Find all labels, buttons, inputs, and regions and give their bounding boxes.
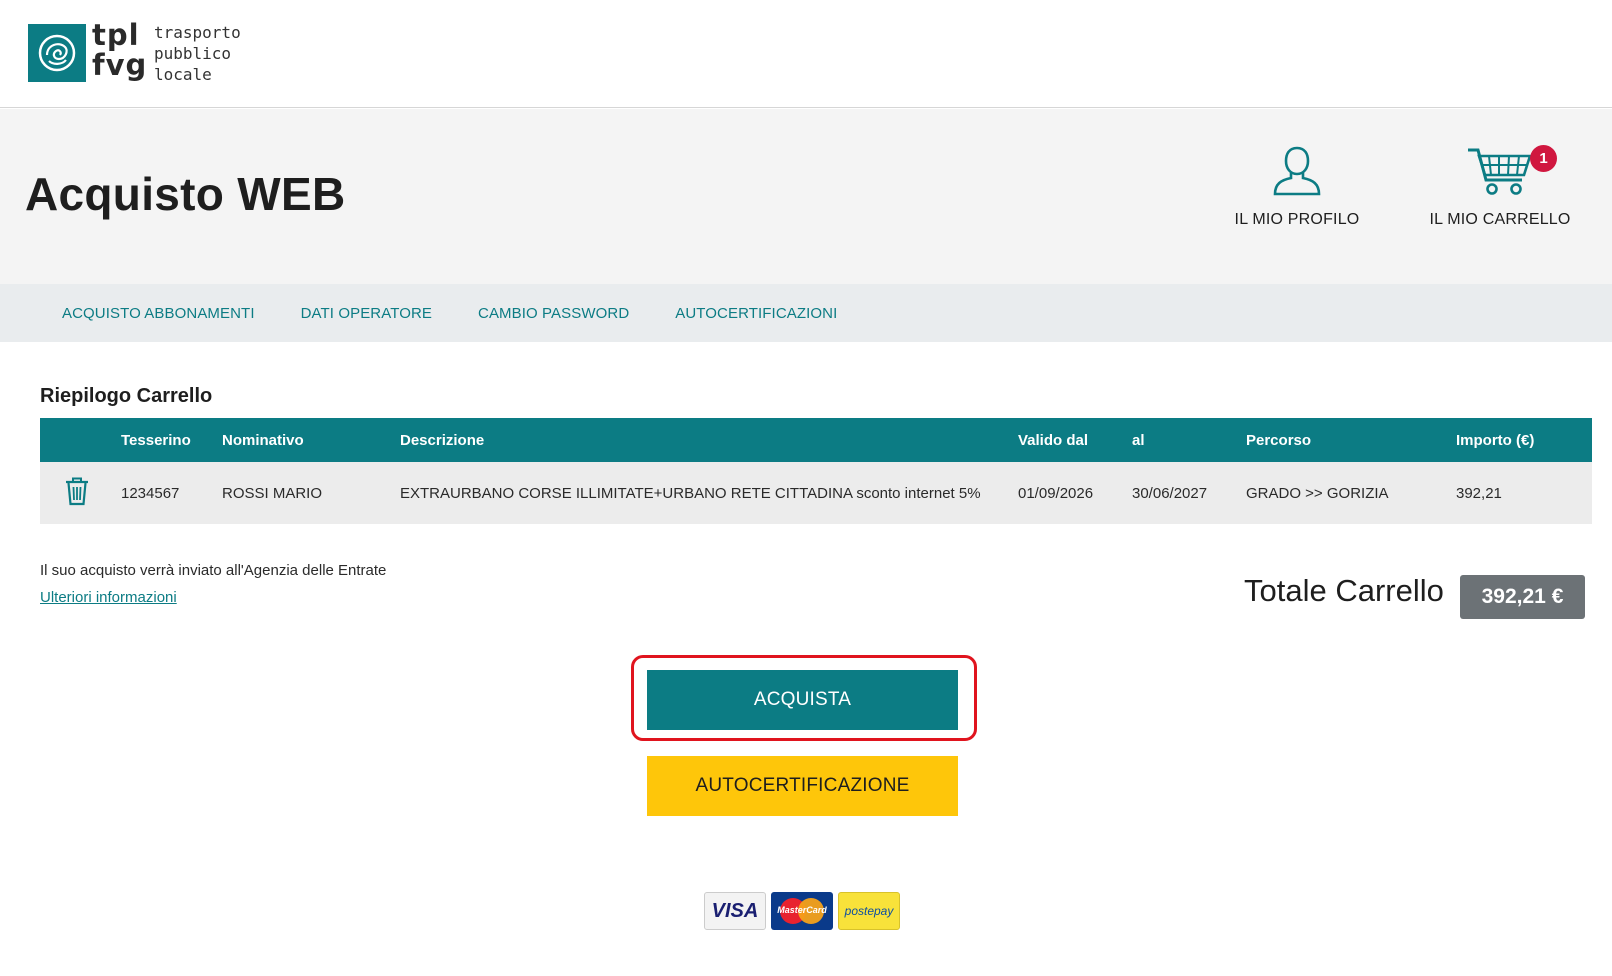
user-icon [1269, 146, 1325, 202]
logo-abbr-line2: fvg [92, 48, 148, 82]
col-nominativo: Nominativo [222, 431, 304, 449]
col-percorso: Percorso [1246, 431, 1312, 449]
col-tesserino: Tesserino [121, 431, 191, 449]
cell-tesserino: 1234567 [121, 484, 180, 502]
nav-item-dati-operatore[interactable]: DATI OPERATORE [301, 305, 432, 322]
cell-percorso: GRADO >> GORIZIA [1246, 484, 1389, 502]
acquista-button[interactable]: ACQUISTA [647, 670, 958, 730]
trash-icon[interactable] [64, 476, 90, 510]
table-row: 1234567 ROSSI MARIO EXTRAURBANO CORSE IL… [40, 462, 1592, 524]
cell-descrizione: EXTRAURBANO CORSE ILLIMITATE+URBANO RETE… [400, 484, 981, 502]
postepay-logo: postepay [838, 892, 900, 930]
visa-logo: VISA [704, 892, 766, 930]
header: Acquisto WEB IL MIO PROFILO IL MIO CARRE… [0, 109, 1612, 284]
logo-abbreviation: tpl fvg [92, 20, 147, 80]
nav-item-autocertificazioni[interactable]: AUTOCERTIFICAZIONI [675, 305, 837, 322]
cart-count-badge: 1 [1530, 145, 1557, 172]
my-profile-label: IL MIO PROFILO [1234, 211, 1360, 228]
page-title: Acquisto WEB [25, 168, 346, 220]
cart-table: Tesserino Nominativo Descrizione Valido … [40, 418, 1592, 524]
logo-bar: tpl fvg trasporto pubblico locale [0, 0, 1612, 108]
logo-sub-line1: trasporto [154, 23, 241, 42]
col-al: al [1132, 431, 1145, 449]
row-actions [40, 462, 121, 524]
cart-total-value: 392,21 € [1460, 575, 1585, 619]
agenzia-entrate-note: Il suo acquisto verrà inviato all'Agenzi… [40, 562, 387, 579]
nav-item-cambio-password[interactable]: CAMBIO PASSWORD [478, 305, 629, 322]
cell-nominativo: ROSSI MARIO [222, 484, 323, 502]
cell-valido-dal: 01/09/2026 [1018, 484, 1094, 502]
mastercard-label: MasterCard [777, 905, 827, 915]
logo-sub-line3: locale [154, 65, 212, 84]
main-nav: ACQUISTO ABBONAMENTI DATI OPERATORE CAMB… [0, 284, 1612, 342]
shopping-cart-icon [1466, 148, 1534, 202]
more-info-link[interactable]: Ulteriori informazioni [40, 589, 177, 606]
logo-abbr-line1: tpl [92, 18, 140, 52]
cell-al: 30/06/2027 [1132, 484, 1208, 502]
logo-sub-line2: pubblico [154, 44, 232, 63]
cart-total-label: Totale Carrello [1244, 573, 1444, 608]
table-header-row: Tesserino Nominativo Descrizione Valido … [40, 418, 1592, 462]
col-descrizione: Descrizione [400, 431, 485, 449]
my-profile-button[interactable]: IL MIO PROFILO [1222, 144, 1372, 229]
cart-summary-title: Riepilogo Carrello [40, 385, 213, 407]
col-actions [40, 418, 121, 462]
mastercard-logo: MasterCard [771, 892, 833, 930]
tpl-fvg-logo-icon[interactable] [28, 24, 86, 82]
col-importo: Importo (€) [1456, 431, 1535, 449]
mastercard-circles-icon: MasterCard [777, 898, 827, 924]
logo-subtitle: trasporto pubblico locale [154, 22, 241, 85]
my-cart-label: IL MIO CARRELLO [1429, 211, 1571, 228]
col-valido-dal: Valido dal [1018, 431, 1089, 449]
cell-importo: 392,21 [1456, 484, 1502, 502]
nav-item-acquisto-abbonamenti[interactable]: ACQUISTO ABBONAMENTI [62, 305, 255, 322]
autocertificazione-button[interactable]: AUTOCERTIFICAZIONE [647, 756, 958, 816]
